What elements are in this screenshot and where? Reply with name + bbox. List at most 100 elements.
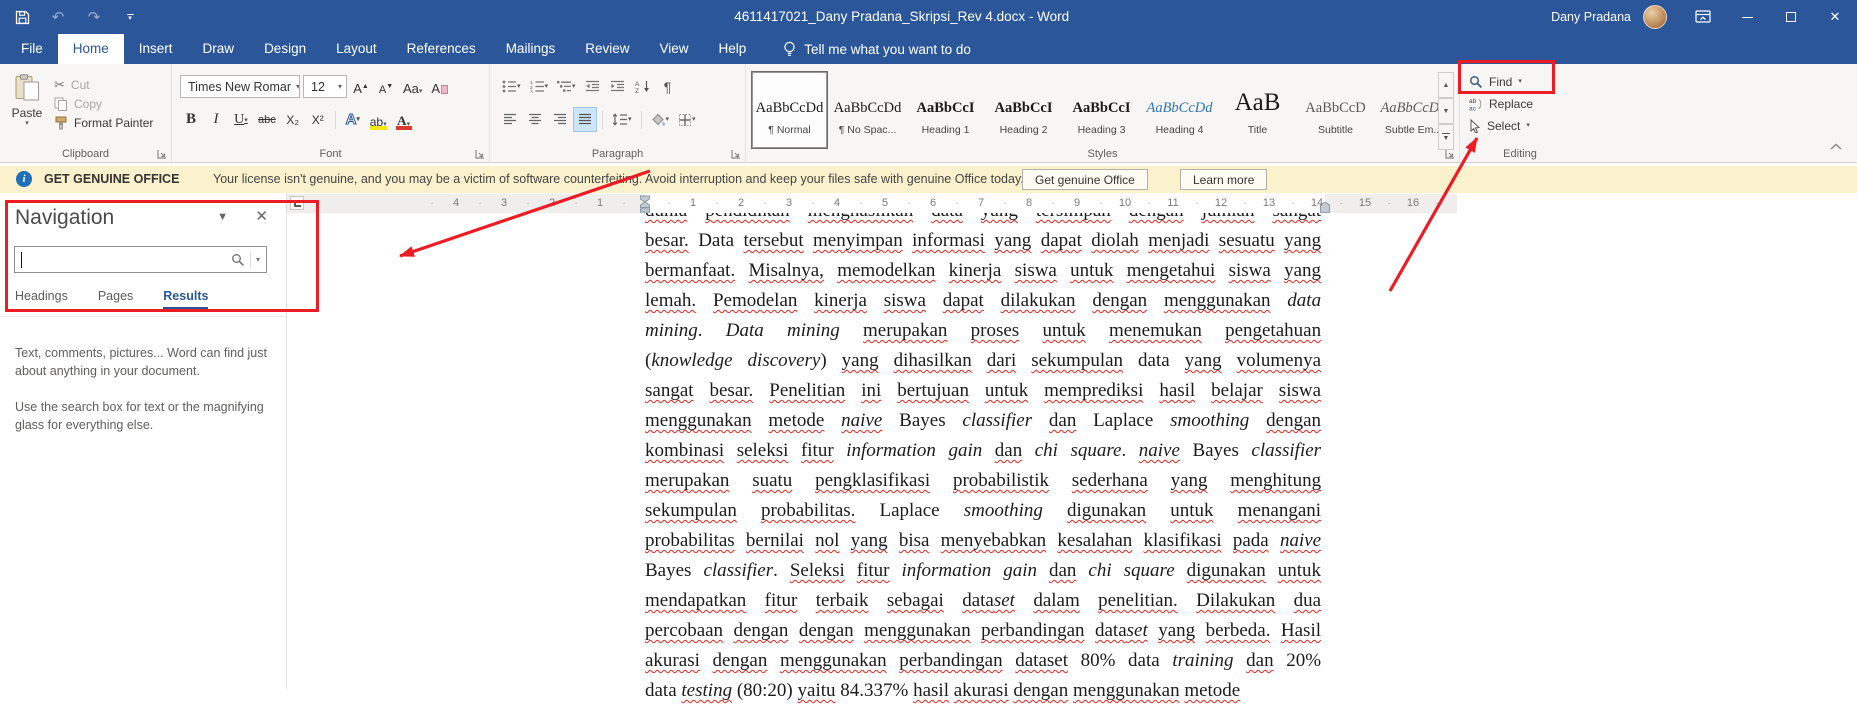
clipboard-dialog-launcher[interactable] — [156, 147, 168, 159]
align-right-button[interactable] — [549, 108, 571, 131]
qat-customize-button[interactable]: ▾ — [120, 7, 140, 27]
nav-tab-headings[interactable]: Headings — [15, 289, 68, 310]
style-normal[interactable]: AaBbCcDd ¶ Normal — [751, 71, 828, 149]
styles-dialog-launcher[interactable] — [1444, 147, 1456, 159]
paste-dropdown-icon[interactable]: ▾ — [25, 120, 29, 128]
superscript-button[interactable]: X² — [307, 108, 329, 131]
multilevel-list-button[interactable]: ▾ — [554, 75, 579, 98]
style-h4[interactable]: AaBbCcDd Heading 4 — [1142, 72, 1217, 148]
search-dropdown-icon[interactable]: ▾ — [256, 255, 260, 264]
line-spacing-button[interactable]: ▾ — [609, 108, 635, 131]
tab-help[interactable]: Help — [704, 34, 762, 64]
grow-font-button[interactable]: A ▲ — [350, 75, 372, 98]
save-icon — [15, 10, 29, 24]
redo-button[interactable]: ↷ — [84, 7, 104, 27]
decrease-indent-button[interactable] — [582, 75, 604, 98]
style-h1[interactable]: AaBbCcI Heading 1 — [908, 72, 983, 148]
align-center-button[interactable] — [524, 108, 546, 131]
style-subtitle[interactable]: AaBbCcD Subtitle — [1298, 72, 1373, 148]
italic-button[interactable]: I — [205, 108, 227, 131]
navigation-search-input[interactable]: ▾ — [14, 246, 267, 273]
tab-file[interactable]: File — [6, 34, 58, 64]
undo-button[interactable]: ↶ — [48, 7, 68, 27]
gallery-scroll-down-button[interactable]: ▼ — [1438, 98, 1454, 124]
search-icon[interactable] — [231, 253, 245, 267]
get-genuine-office-button[interactable]: Get genuine Office — [1022, 169, 1148, 190]
ruler-tick: · — [811, 198, 815, 209]
tab-view[interactable]: View — [644, 34, 703, 64]
strikethrough-button[interactable]: abc — [255, 108, 279, 131]
tab-design[interactable]: Design — [249, 34, 321, 64]
hanging-indent-marker[interactable] — [639, 202, 651, 213]
ribbon-display-options-button[interactable] — [1681, 0, 1725, 34]
ruler[interactable]: · 4 · 3 · 2 · 1 · · 1 · 2 · 3 · 4 · 5 · 6 · 7 · 8 · 9 · 10 · 11 · 12 · 13 ·… — [287, 194, 1457, 213]
gallery-scroll-up-button[interactable]: ▲ — [1438, 72, 1454, 98]
styles-group: AaBbCcDd ¶ Normal AaBbCcDd ¶ No Spac... AaBb… — [746, 64, 1460, 162]
style-h2[interactable]: AaBbCcI Heading 2 — [986, 72, 1061, 148]
paste-icon — [15, 74, 39, 101]
select-dropdown-icon[interactable]: ▾ — [1526, 122, 1530, 130]
account-name[interactable]: Dany Pradana — [1551, 10, 1631, 24]
paste-button[interactable]: Paste ▾ — [7, 74, 47, 150]
style-name: Title — [1247, 124, 1268, 136]
minimize-button[interactable] — [1725, 0, 1769, 34]
nav-tab-pages[interactable]: Pages — [98, 289, 133, 310]
format-painter-button[interactable]: Format Painter — [54, 114, 153, 132]
copy-button[interactable]: Copy — [54, 95, 102, 113]
shading-button[interactable]: ▾ — [648, 108, 673, 131]
style-h3[interactable]: AaBbCcI Heading 3 — [1064, 72, 1139, 148]
show-paragraph-marks-button[interactable]: ¶ — [657, 75, 679, 98]
style-nospac[interactable]: AaBbCcDd ¶ No Spac... — [830, 72, 905, 148]
font-name-combo[interactable]: Times New Romar ▾ — [180, 75, 300, 98]
document-text[interactable]: dunia pendidikan menghasilkan data yang … — [645, 196, 1321, 706]
sort-button[interactable]: AZ — [632, 75, 654, 98]
tab-selector[interactable] — [290, 196, 304, 210]
clear-formatting-button[interactable]: A — [428, 75, 451, 98]
document-line: merupakan suatu pengklasifikasi probabil… — [645, 470, 1322, 491]
cut-button[interactable]: ✂ Cut — [54, 76, 90, 94]
align-left-button[interactable] — [499, 108, 521, 131]
close-button[interactable]: ✕ — [1813, 0, 1857, 34]
style-title[interactable]: AaB Title — [1220, 72, 1295, 148]
search-divider — [249, 251, 251, 268]
nav-tab-results[interactable]: Results — [163, 289, 209, 310]
collapse-ribbon-button[interactable] — [1829, 138, 1843, 156]
select-button[interactable]: Select ▾ — [1469, 116, 1530, 136]
replace-button[interactable]: ab ac Replace — [1469, 94, 1533, 114]
font-size-combo[interactable]: 12 ▾ — [303, 75, 347, 98]
font-color-button[interactable]: A ▾ — [393, 108, 415, 131]
tab-home[interactable]: Home — [57, 34, 124, 64]
bullets-button[interactable]: ▾ — [499, 75, 524, 98]
bold-button[interactable]: B — [180, 108, 202, 131]
save-button[interactable] — [12, 7, 32, 27]
numbering-button[interactable]: 123▾ — [527, 75, 552, 98]
ruler-tick: · — [1243, 198, 1247, 209]
borders-button[interactable]: ▾ — [675, 108, 699, 131]
underline-button[interactable]: U ▾ — [230, 108, 252, 131]
learn-more-button[interactable]: Learn more — [1180, 169, 1268, 190]
shrink-font-button[interactable]: A ▼ — [375, 75, 397, 98]
find-button[interactable]: Find ▾ — [1469, 72, 1522, 92]
avatar[interactable] — [1643, 5, 1667, 29]
maximize-button[interactable] — [1769, 0, 1813, 34]
navigation-close-button[interactable]: ✕ — [255, 207, 268, 225]
tab-draw[interactable]: Draw — [188, 34, 250, 64]
tab-references[interactable]: References — [392, 34, 491, 64]
change-case-button[interactable]: Aa ▾ — [400, 75, 425, 98]
tab-insert[interactable]: Insert — [124, 34, 188, 64]
navigation-options-chevron[interactable]: ▼ — [217, 211, 228, 223]
ruler-tick: · — [763, 198, 767, 209]
tab-mailings[interactable]: Mailings — [491, 34, 571, 64]
text-effects-button[interactable]: A ▾ — [342, 108, 364, 131]
paragraph-dialog-launcher[interactable] — [730, 147, 742, 159]
highlight-button[interactable]: ab ▾ — [367, 108, 390, 131]
font-dialog-launcher[interactable] — [474, 147, 486, 159]
subscript-button[interactable]: X₂ — [282, 108, 304, 131]
increase-indent-button[interactable] — [607, 75, 629, 98]
tab-review[interactable]: Review — [570, 34, 644, 64]
tab-layout[interactable]: Layout — [321, 34, 392, 64]
find-dropdown-icon[interactable]: ▾ — [1518, 78, 1522, 86]
justify-button[interactable] — [573, 107, 597, 132]
tell-me[interactable]: Tell me what you want to do — [783, 34, 971, 64]
font-size-value: 12 — [311, 79, 325, 94]
